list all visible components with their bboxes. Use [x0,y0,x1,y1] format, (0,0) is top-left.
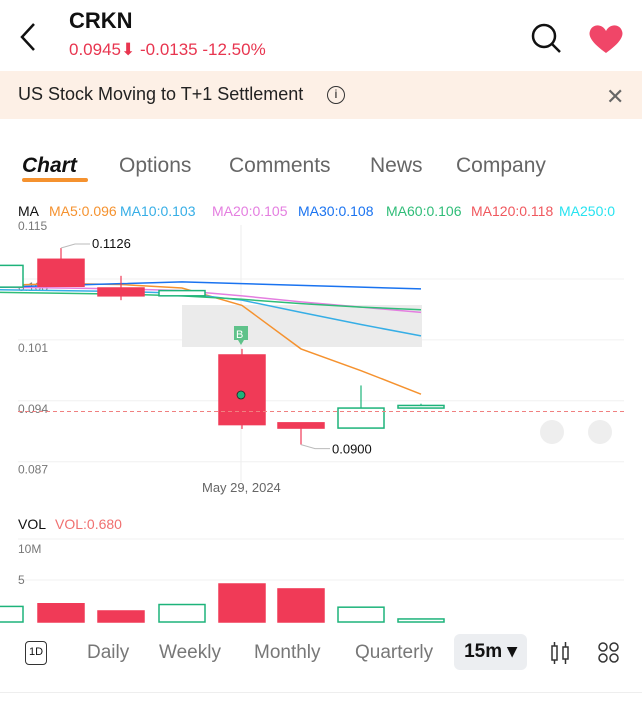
tab-news[interactable]: News [370,154,423,178]
ticker-title: CRKN [69,8,133,33]
banner-text: US Stock Moving to T+1 Settlement [18,84,304,104]
tab-options[interactable]: Options [119,154,191,178]
volume-bar [97,610,145,623]
period-quarterly[interactable]: Quarterly [355,642,433,664]
volume-bar [0,605,24,623]
interval-dropdown[interactable]: 15m ▾ [454,634,527,670]
back-icon[interactable] [18,22,38,52]
candle [37,258,85,288]
low-label: 0.0900 [332,442,372,457]
volume-bar [337,606,385,623]
ma-legend-item: MA250:0 [559,203,616,219]
reset-icon [588,420,612,444]
volume-bar [218,583,266,623]
y-tick-label: 0.101 [18,341,48,355]
tab-comments[interactable]: Comments [229,154,331,178]
period-monthly[interactable]: Monthly [254,642,321,664]
tab-underline [22,178,88,182]
candle [158,289,206,297]
change: -0.0135 [139,40,198,59]
ma-legend-item: MA120:0.118 [471,203,554,219]
tab-company[interactable]: Company [456,154,546,178]
info-icon[interactable]: i [327,86,345,104]
candle [0,264,24,288]
divider [0,692,642,693]
fullscreen-icon [540,420,564,444]
shaded-zone [182,305,422,347]
high-leader [60,243,90,249]
ma-label: MA [18,203,39,219]
low-leader [300,444,330,450]
ma-legend-item: MA60:0.106 [386,203,462,219]
candle [277,422,325,429]
grid-layout-icon[interactable] [598,642,620,669]
ma-legend-item: MA30:0.108 [298,203,374,219]
ma-legend-item: MA10:0.103 [120,203,196,219]
candle [218,354,266,426]
y-tick-label: 0.087 [18,463,48,477]
x-date-label: May 29, 2024 [202,480,281,495]
favorite-heart-icon[interactable] [588,23,624,60]
period-daily[interactable]: Daily [87,642,129,664]
close-icon[interactable]: ✕ [606,84,624,110]
ma-legend-item: MA5:0.096 [49,203,117,219]
quote-line: 0.0945⬇ -0.0135 -12.50% [69,40,266,60]
down-arrow-icon: ⬇ [121,40,136,59]
candlestick-type-icon[interactable] [550,640,570,671]
tab-chart[interactable]: Chart [22,154,77,178]
trade-dot [236,390,246,400]
volume-bar [397,618,445,623]
vol-tick-label: 10M [18,542,41,556]
buy-marker-label: B [236,329,243,341]
settlement-banner[interactable]: US Stock Moving to T+1 Settlement i ✕ [0,71,642,119]
day-1d-icon[interactable]: 1D [25,641,47,665]
vol-label: VOL [18,516,47,532]
price: 0.0945 [69,40,121,59]
vol-value: VOL:0.680 [55,516,122,532]
search-icon[interactable] [530,22,562,59]
y-tick-label: 0.094 [18,402,48,416]
volume-bar [277,588,325,623]
high-label: 0.1126 [92,236,131,251]
change-pct: -12.50% [202,40,266,59]
candle [397,404,445,409]
volume-bar [158,603,206,623]
y-tick-label: 0.115 [18,220,47,233]
period-weekly[interactable]: Weekly [159,642,221,664]
price-chart[interactable]: 0.1150.1080.1010.0940.0870.11260.0900BMa… [0,220,642,630]
volume-bar [37,603,85,623]
vol-tick-label: 5 [18,573,25,587]
candle [97,287,145,297]
ma-legend-item: MA20:0.105 [212,203,288,219]
